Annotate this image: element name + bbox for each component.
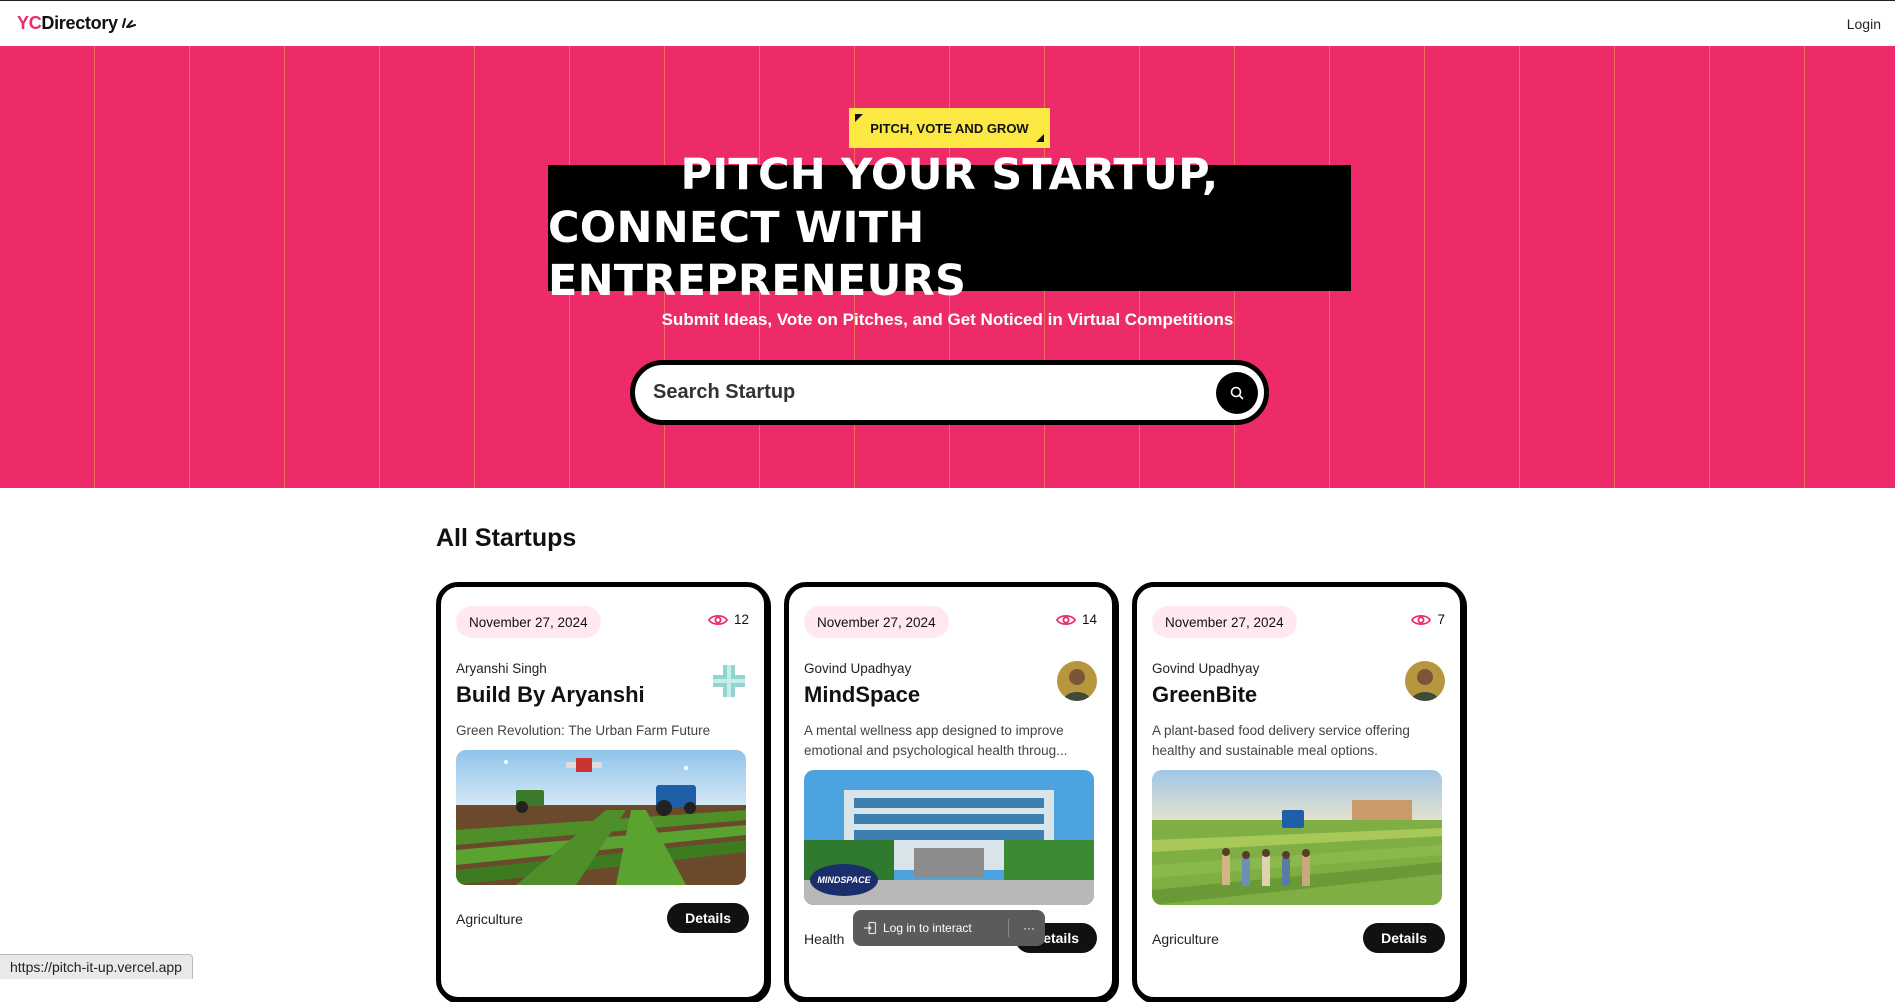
startup-card: November 27, 2024 7 Govind Upadhyay Gree…: [1132, 582, 1465, 1002]
card-image[interactable]: [456, 750, 746, 885]
card-author[interactable]: Aryanshi Singh: [456, 661, 547, 676]
card-image[interactable]: [1152, 770, 1442, 905]
card-category[interactable]: Agriculture: [1152, 931, 1219, 947]
hero-heading: PITCH YOUR STARTUP, CONNECT WITH ENTREPR…: [548, 150, 1351, 306]
avatar[interactable]: [1057, 661, 1097, 701]
search-input[interactable]: [653, 381, 1216, 404]
card-category[interactable]: Health: [804, 931, 844, 947]
details-button[interactable]: Details: [667, 903, 749, 933]
avatar[interactable]: [709, 661, 749, 701]
card-views: 7: [1411, 612, 1445, 627]
logo[interactable]: YC Directory: [17, 13, 136, 34]
eye-icon: [1055, 614, 1076, 625]
card-views-count: 14: [1081, 612, 1097, 627]
card-views: 12: [707, 612, 749, 627]
toast-label: Log in to interact: [883, 921, 972, 935]
navbar: YC Directory Login: [0, 0, 1895, 46]
search-icon: [1230, 386, 1244, 399]
hero-subtitle: Submit Ideas, Vote on Pitches, and Get N…: [661, 310, 1234, 329]
login-toast[interactable]: Log in to interact ···: [853, 910, 1045, 946]
card-description: A mental wellness app designed to improv…: [804, 723, 1068, 758]
logo-directory: Directory: [41, 13, 118, 33]
card-description: A plant-based food delivery service offe…: [1152, 723, 1410, 758]
login-icon: [864, 921, 877, 935]
hero-heading-line2: CONNECT WITH ENTREPRENEURS: [548, 202, 967, 306]
more-options-button[interactable]: ···: [1023, 921, 1035, 935]
hero-section: PITCH, VOTE AND GROW PITCH YOUR STARTUP,…: [0, 46, 1895, 488]
card-description: Green Revolution: The Urban Farm Future: [456, 723, 711, 738]
hero-tag-label: PITCH, VOTE AND GROW: [870, 120, 1029, 136]
status-bar-url: https://pitch-it-up.vercel.app: [0, 954, 193, 979]
details-button[interactable]: Details: [1363, 923, 1445, 953]
eye-icon: [707, 614, 728, 625]
card-date: November 27, 2024: [1152, 606, 1297, 638]
card-category[interactable]: Agriculture: [456, 911, 523, 927]
tag-corner-top: [855, 114, 863, 122]
card-image[interactable]: MINDSPACE: [804, 770, 1094, 905]
section-title: All Startups: [436, 524, 577, 552]
card-date: November 27, 2024: [804, 606, 949, 638]
card-views: 14: [1055, 612, 1097, 627]
card-title[interactable]: MindSpace: [804, 682, 920, 708]
hero-heading-line1: PITCH YOUR STARTUP,: [680, 149, 1219, 200]
card-views-count: 7: [1437, 612, 1445, 627]
card-title[interactable]: Build By Aryanshi: [456, 682, 645, 708]
svg-text:MINDSPACE: MINDSPACE: [817, 875, 871, 885]
card-author[interactable]: Govind Upadhyay: [1152, 661, 1259, 676]
startup-card: November 27, 2024 12 Aryanshi Singh Buil…: [436, 582, 769, 1002]
card-views-count: 12: [733, 612, 749, 627]
tag-corner-bottom: [1036, 134, 1044, 142]
search-form: [630, 360, 1269, 425]
card-title[interactable]: GreenBite: [1152, 682, 1257, 708]
logo-yc: YC: [17, 13, 42, 33]
logo-spark-icon: [121, 17, 136, 28]
toast-divider: [1008, 919, 1009, 937]
card-author[interactable]: Govind Upadhyay: [804, 661, 911, 676]
login-link[interactable]: Login: [1847, 16, 1881, 32]
eye-icon: [1411, 614, 1432, 625]
search-button[interactable]: [1216, 371, 1258, 414]
avatar[interactable]: [1405, 661, 1445, 701]
hero-tag: PITCH, VOTE AND GROW: [849, 108, 1050, 148]
card-date: November 27, 2024: [456, 606, 601, 638]
